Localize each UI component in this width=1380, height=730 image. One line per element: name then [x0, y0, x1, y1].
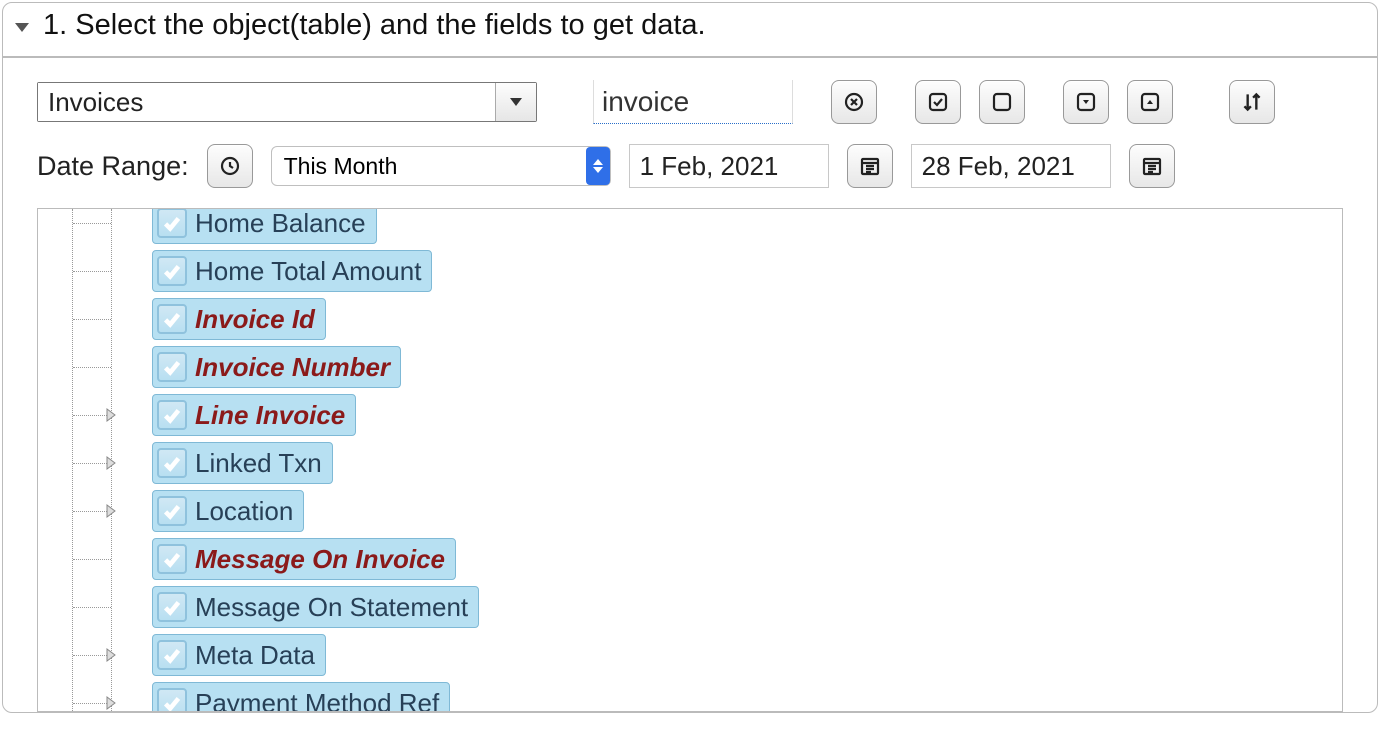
- field-checkbox[interactable]: [157, 304, 187, 334]
- check-all-icon: [926, 90, 950, 114]
- calendar-icon: [858, 154, 882, 178]
- field-label: Home Balance: [195, 208, 366, 239]
- field-label: Invoice Id: [195, 304, 315, 335]
- field-label: Message On Statement: [195, 592, 468, 623]
- field-chip[interactable]: Invoice Number: [152, 346, 401, 388]
- field-search-input[interactable]: [593, 80, 793, 124]
- field-node[interactable]: Line Invoice: [72, 391, 1342, 439]
- date-range-label: Date Range:: [37, 151, 189, 182]
- panel-title: 1. Select the object(table) and the fiel…: [43, 9, 706, 42]
- object-combo-value: Invoices: [38, 83, 496, 121]
- clock-icon: [218, 154, 242, 178]
- object-combo[interactable]: Invoices: [37, 82, 537, 122]
- field-node[interactable]: Home Balance: [72, 208, 1342, 247]
- expander-icon[interactable]: [103, 503, 119, 519]
- expand-all-icon: [1074, 90, 1098, 114]
- field-label: Meta Data: [195, 640, 315, 671]
- tree-connector: [73, 559, 111, 560]
- field-label: Line Invoice: [195, 400, 345, 431]
- date-shortcut-button[interactable]: [207, 144, 253, 188]
- clear-search-button[interactable]: [831, 80, 877, 124]
- field-checkbox[interactable]: [157, 496, 187, 526]
- field-node[interactable]: Home Total Amount: [72, 247, 1342, 295]
- field-chip[interactable]: Home Total Amount: [152, 250, 432, 292]
- field-checkbox[interactable]: [157, 640, 187, 670]
- field-chip[interactable]: Home Balance: [152, 208, 377, 244]
- calendar-icon: [1140, 154, 1164, 178]
- sort-button[interactable]: [1229, 80, 1275, 124]
- field-chip[interactable]: Message On Invoice: [152, 538, 456, 580]
- expander-icon[interactable]: [103, 455, 119, 471]
- field-chip[interactable]: Message On Statement: [152, 586, 479, 628]
- expand-all-button[interactable]: [1063, 80, 1109, 124]
- expander-icon[interactable]: [103, 695, 119, 711]
- fields-tree[interactable]: Home Balance Home Total Amount Invoice Id I…: [37, 208, 1343, 712]
- field-node[interactable]: Payment Method Ref: [72, 679, 1342, 712]
- field-chip[interactable]: Line Invoice: [152, 394, 356, 436]
- field-label: Message On Invoice: [195, 544, 445, 575]
- step-1-panel: 1. Select the object(table) and the fiel…: [2, 2, 1378, 713]
- disclosure-triangle-icon[interactable]: [15, 23, 29, 32]
- object-combo-dropdown-button[interactable]: [496, 83, 536, 121]
- field-node[interactable]: Message On Invoice: [72, 535, 1342, 583]
- date-to-picker-button[interactable]: [1129, 144, 1175, 188]
- field-checkbox[interactable]: [157, 352, 187, 382]
- field-checkbox[interactable]: [157, 400, 187, 430]
- field-node[interactable]: Message On Statement: [72, 583, 1342, 631]
- chevron-down-icon: [510, 98, 522, 106]
- field-label: Location: [195, 496, 293, 527]
- uncheck-all-button[interactable]: [979, 80, 1025, 124]
- date-to-input[interactable]: [911, 144, 1111, 188]
- select-stepper-icon[interactable]: [586, 147, 610, 185]
- collapse-all-button[interactable]: [1127, 80, 1173, 124]
- date-preset-select[interactable]: [271, 146, 611, 186]
- field-chip[interactable]: Invoice Id: [152, 298, 326, 340]
- sort-icon: [1239, 89, 1265, 115]
- field-checkbox[interactable]: [157, 256, 187, 286]
- date-from-picker-button[interactable]: [847, 144, 893, 188]
- field-node[interactable]: Location: [72, 487, 1342, 535]
- row-object-select: Invoices: [37, 80, 1343, 124]
- field-node[interactable]: Invoice Number: [72, 343, 1342, 391]
- field-node[interactable]: Invoice Id: [72, 295, 1342, 343]
- field-chip[interactable]: Payment Method Ref: [152, 682, 450, 712]
- check-all-button[interactable]: [915, 80, 961, 124]
- panel-header[interactable]: 1. Select the object(table) and the fiel…: [3, 3, 1377, 58]
- field-label: Invoice Number: [195, 352, 390, 383]
- date-from-input[interactable]: [629, 144, 829, 188]
- field-checkbox[interactable]: [157, 208, 187, 238]
- field-node[interactable]: Meta Data: [72, 631, 1342, 679]
- tree-connector: [73, 367, 111, 368]
- field-chip[interactable]: Meta Data: [152, 634, 326, 676]
- date-preset-select-wrap: [271, 146, 611, 186]
- collapse-all-icon: [1138, 90, 1162, 114]
- tree-connector: [73, 607, 111, 608]
- field-label: Home Total Amount: [195, 256, 421, 287]
- field-checkbox[interactable]: [157, 544, 187, 574]
- field-label: Linked Txn: [195, 448, 322, 479]
- uncheck-all-icon: [990, 90, 1014, 114]
- field-checkbox[interactable]: [157, 592, 187, 622]
- field-node[interactable]: Linked Txn: [72, 439, 1342, 487]
- row-date-range: Date Range:: [37, 144, 1343, 188]
- expander-icon[interactable]: [103, 647, 119, 663]
- tree-connector: [73, 223, 111, 224]
- field-chip[interactable]: Location: [152, 490, 304, 532]
- field-checkbox[interactable]: [157, 448, 187, 478]
- clear-icon: [842, 90, 866, 114]
- field-chip[interactable]: Linked Txn: [152, 442, 333, 484]
- field-label: Payment Method Ref: [195, 688, 439, 713]
- tree-connector: [73, 271, 111, 272]
- panel-body: Invoices: [3, 58, 1377, 712]
- field-checkbox[interactable]: [157, 688, 187, 712]
- expander-icon[interactable]: [103, 407, 119, 423]
- tree-connector: [73, 319, 111, 320]
